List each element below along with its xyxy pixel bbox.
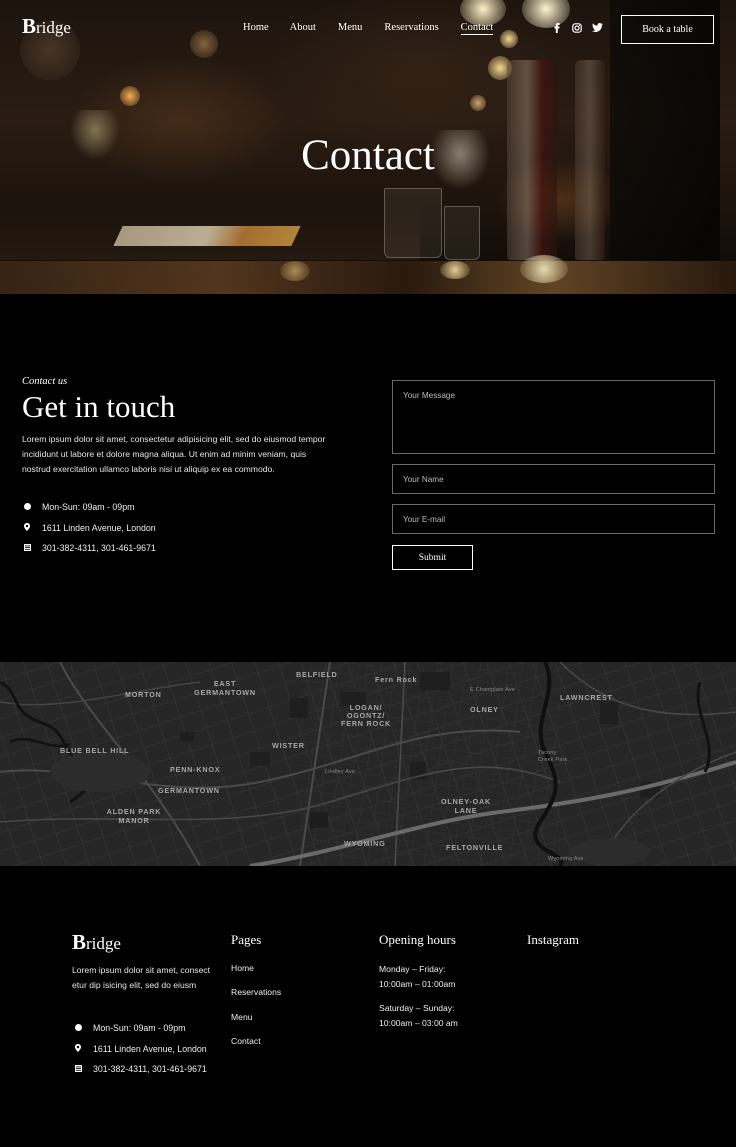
footer-link-reservations[interactable]: Reservations	[231, 987, 281, 1011]
nav-item-contact[interactable]: Contact	[460, 22, 494, 35]
hero-image-strip	[0, 255, 736, 294]
footer-hours: Mon-Sun: 09am - 09pm	[75, 1018, 207, 1039]
map-label: Blue Bell Hill	[60, 746, 130, 755]
contact-heading: Get in touch	[22, 389, 176, 424]
map-label: Germantown	[158, 786, 220, 795]
location-pin-icon	[75, 1043, 93, 1054]
footer-link-contact[interactable]: Contact	[231, 1036, 281, 1060]
footer-description: Lorem ipsum dolor sit amet, consect etur…	[72, 965, 211, 991]
social-links	[552, 23, 603, 36]
water-glass	[384, 188, 442, 258]
brand-logo-rest: ridge	[36, 18, 71, 37]
name-input[interactable]: Your Name	[392, 464, 715, 494]
water-glass	[444, 206, 480, 260]
nav-item-about[interactable]: About	[290, 22, 316, 35]
map-label: Penn-Knox	[170, 765, 221, 774]
footer-pages-title: Pages	[231, 932, 262, 947]
map-streets	[0, 662, 736, 866]
map-label: Feltonville	[446, 843, 504, 852]
contact-address-text: 1611 Linden Avenue, London	[42, 522, 156, 533]
footer-hours-title: Opening hours	[379, 932, 456, 947]
bokeh-light	[190, 30, 218, 58]
map-label: Wyoming	[344, 839, 386, 848]
clock-icon	[75, 1023, 93, 1033]
map-label: EAST GERMANTOWN	[194, 679, 256, 697]
footer-address-text: 1611 Linden Avenue, London	[93, 1043, 207, 1054]
footer-hours-text: Mon-Sun: 09am - 09pm	[93, 1023, 186, 1034]
map-label: LOGAN/OGONTZ/FERN ROCK	[341, 703, 391, 728]
contact-description: Lorem ipsum dolor sit amet, consectetur …	[22, 434, 326, 475]
menu-card	[113, 226, 301, 246]
map-label: Fern Rock	[375, 675, 418, 684]
map-label: OLNEY-OAK LANE	[441, 797, 491, 815]
bokeh-light	[440, 261, 470, 279]
footer-logo-rest: ridge	[86, 934, 121, 953]
nav-item-home[interactable]: Home	[243, 22, 269, 35]
clock-icon	[24, 502, 42, 512]
name-placeholder: Your Name	[403, 475, 444, 484]
location-map[interactable]: Morton EAST GERMANTOWN Belfield Fern Rock…	[0, 662, 736, 866]
submit-button[interactable]: Submit	[392, 545, 473, 570]
brand-logo[interactable]: Bridge	[22, 14, 71, 39]
book-table-button[interactable]: Book a table	[621, 15, 714, 44]
message-placeholder: Your Message	[403, 391, 456, 400]
footer-phone-text: 301-382-4311, 301-461-9671	[93, 1064, 207, 1075]
map-street-label: E Champlain Ave	[470, 687, 516, 693]
phone-icon	[24, 543, 42, 553]
footer-link-home[interactable]: Home	[231, 963, 281, 987]
contact-hours-text: Mon-Sun: 09am - 09pm	[42, 502, 135, 513]
footer-phone: 301-382-4311, 301-461-9671	[75, 1059, 207, 1080]
email-placeholder: Your E-mail	[403, 515, 446, 524]
email-input[interactable]: Your E-mail	[392, 504, 715, 534]
facebook-icon[interactable]	[552, 23, 562, 36]
nav-item-menu[interactable]: Menu	[338, 22, 363, 35]
contact-phone: 301-382-4311, 301-461-9671	[24, 538, 156, 559]
map-label: Lawncrest	[560, 693, 613, 702]
contact-phone-text: 301-382-4311, 301-461-9671	[42, 543, 156, 554]
footer-hours-weekend: Saturday – Sunday: 10:00am – 03:00 am	[379, 1001, 458, 1031]
bokeh-light	[470, 95, 486, 111]
footer-link-menu[interactable]: Menu	[231, 1012, 281, 1036]
footer-brand-logo[interactable]: Bridge	[72, 930, 121, 955]
map-street-label: Tacony Creek Park	[538, 750, 568, 763]
footer-info-list: Mon-Sun: 09am - 09pm 1611 Linden Avenue,…	[75, 1018, 207, 1080]
instagram-icon[interactable]	[572, 23, 582, 36]
location-pin-icon	[24, 522, 42, 533]
map-street-label: Wyoming Ave	[548, 856, 584, 862]
page-title: Contact	[301, 132, 435, 179]
contact-info-list: Mon-Sun: 09am - 09pm 1611 Linden Avenue,…	[24, 497, 156, 559]
map-street-label: Lindley Ave	[325, 769, 356, 775]
map-label: ALDEN PARK MANOR	[106, 807, 162, 825]
bokeh-light	[520, 255, 568, 283]
weekday-label: Monday – Friday:	[379, 964, 446, 974]
weekend-label: Saturday – Sunday:	[379, 1003, 455, 1013]
bokeh-light	[120, 86, 140, 106]
footer-pages-list: Home Reservations Menu Contact	[231, 963, 281, 1060]
contact-hours: Mon-Sun: 09am - 09pm	[24, 497, 156, 518]
bokeh-light	[280, 261, 310, 281]
hero-banner: Bridge Home About Menu Reservations Cont…	[0, 0, 736, 294]
map-label: Belfield	[296, 670, 338, 679]
bokeh-light	[500, 30, 518, 48]
twitter-icon[interactable]	[592, 23, 603, 36]
weekday-time: 10:00am – 01:00am	[379, 979, 456, 989]
map-label: Olney	[470, 705, 499, 714]
footer-instagram-title: Instagram	[527, 932, 579, 947]
brand-logo-initial: B	[22, 14, 37, 38]
phone-icon	[75, 1064, 93, 1074]
contact-eyebrow: Contact us	[22, 376, 68, 387]
contact-address: 1611 Linden Avenue, London	[24, 518, 156, 539]
footer-hours-weekday: Monday – Friday: 10:00am – 01:00am	[379, 962, 455, 992]
map-label: Wister	[272, 741, 305, 750]
main-nav: Home About Menu Reservations Contact	[243, 22, 494, 35]
weekend-time: 10:00am – 03:00 am	[379, 1018, 458, 1028]
map-label: Morton	[125, 690, 162, 699]
nav-item-reservations[interactable]: Reservations	[384, 22, 438, 35]
footer-logo-initial: B	[72, 930, 87, 954]
message-textarea[interactable]: Your Message	[392, 380, 715, 454]
footer-address: 1611 Linden Avenue, London	[75, 1039, 207, 1060]
